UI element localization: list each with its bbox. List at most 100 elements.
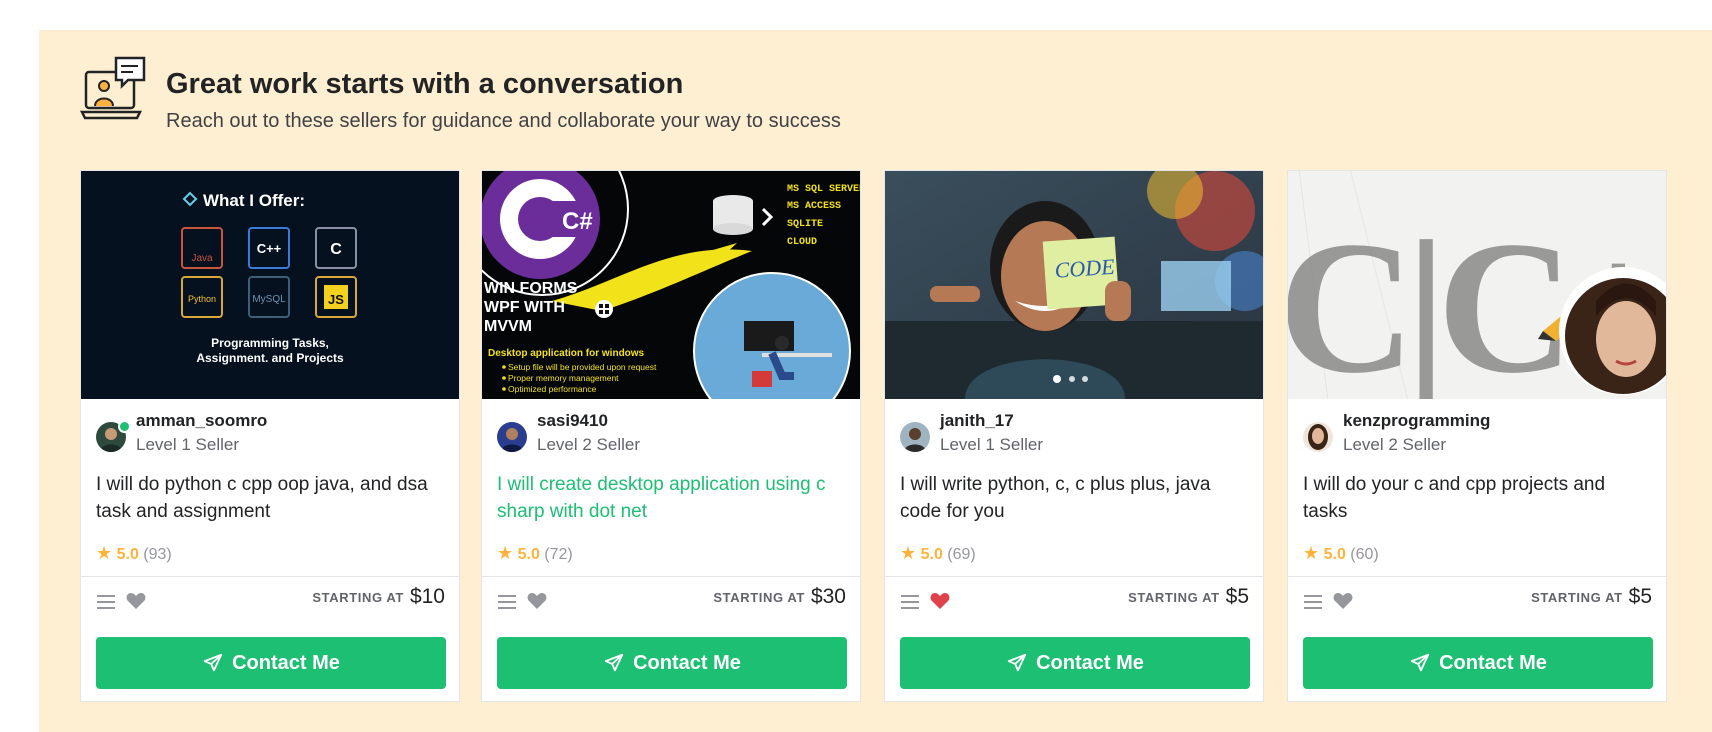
svg-text:C#: C# xyxy=(562,208,593,235)
starting-at-label: STARTING AT xyxy=(1128,589,1220,605)
svg-text:CLOUD: CLOUD xyxy=(787,237,817,248)
svg-text:Optimized performance: Optimized performance xyxy=(508,384,597,394)
seller-name[interactable]: sasi9410 xyxy=(537,411,608,431)
heart-icon-active[interactable] xyxy=(930,592,950,610)
avatar[interactable] xyxy=(1303,422,1333,452)
thumb-heading: What I Offer: xyxy=(203,191,305,210)
svg-text:SQLITE: SQLITE xyxy=(787,219,823,230)
seller-level: Level 1 Seller xyxy=(940,435,1044,454)
chat-laptop-icon xyxy=(80,56,146,120)
gig-title[interactable]: I will create desktop application using … xyxy=(497,471,847,525)
divider xyxy=(885,576,1263,577)
contact-me-label: Contact Me xyxy=(633,651,741,674)
online-status-dot xyxy=(118,420,131,433)
price: $5 xyxy=(1628,585,1652,608)
gig-thumbnail[interactable]: C|C++ xyxy=(1288,171,1666,399)
star-icon: ★ xyxy=(497,543,514,563)
list-icon[interactable] xyxy=(498,594,516,610)
review-count: (72) xyxy=(544,546,573,563)
review-count: (93) xyxy=(143,546,172,563)
contact-me-button[interactable]: Contact Me xyxy=(96,637,446,689)
seller-name[interactable]: amman_soomro xyxy=(136,411,267,431)
review-count: (69) xyxy=(947,546,976,563)
starting-at-label: STARTING AT xyxy=(713,589,805,605)
seller-name[interactable]: kenzprogramming xyxy=(1343,411,1490,431)
seller-level: Level 1 Seller xyxy=(136,435,240,454)
contact-me-label: Contact Me xyxy=(232,651,340,674)
gig-thumbnail[interactable]: What I Offer: Java C++ C Python MySQL JS… xyxy=(81,171,459,399)
price: $5 xyxy=(1225,585,1249,608)
rating: ★ 5.0 (69) xyxy=(900,543,976,564)
price-area: STARTING AT $10 xyxy=(312,585,445,609)
section-title: Great work starts with a conversation xyxy=(166,68,684,100)
contact-me-button[interactable]: Contact Me xyxy=(1303,637,1653,689)
rating-value: 5.0 xyxy=(116,546,139,563)
seller-level: Level 2 Seller xyxy=(537,435,641,454)
svg-text:CODE: CODE xyxy=(1054,254,1116,283)
seller-name[interactable]: janith_17 xyxy=(940,411,1014,431)
star-icon: ★ xyxy=(1303,543,1320,563)
gig-card[interactable]: CODE janith_17 Level 1 Seller I will wri… xyxy=(884,170,1264,702)
rating: ★ 5.0 (93) xyxy=(96,543,172,564)
rating-value: 5.0 xyxy=(1323,546,1346,563)
rating-value: 5.0 xyxy=(920,546,943,563)
send-icon xyxy=(604,653,624,672)
starting-at-label: STARTING AT xyxy=(1531,589,1623,605)
list-icon[interactable] xyxy=(97,594,115,610)
list-icon[interactable] xyxy=(1304,594,1322,610)
heart-icon[interactable] xyxy=(527,592,547,610)
svg-text:MVVM: MVVM xyxy=(484,318,532,335)
heart-icon[interactable] xyxy=(1333,592,1353,610)
rating-value: 5.0 xyxy=(517,546,540,563)
gig-title[interactable]: I will write python, c, c plus plus, jav… xyxy=(900,471,1250,525)
price-area: STARTING AT $5 xyxy=(1531,585,1652,609)
svg-text:Python: Python xyxy=(188,294,216,304)
svg-text:MS SQL SERVER: MS SQL SERVER xyxy=(787,184,860,195)
heart-icon[interactable] xyxy=(126,592,146,610)
svg-text:Desktop application for window: Desktop application for windows xyxy=(488,348,645,359)
svg-text:JS: JS xyxy=(328,292,344,307)
svg-text:WPF WITH: WPF WITH xyxy=(484,299,565,316)
gig-title[interactable]: I will do python c cpp oop java, and dsa… xyxy=(96,471,446,525)
gig-title[interactable]: I will do your c and cpp projects and ta… xyxy=(1303,471,1653,525)
starting-at-label: STARTING AT xyxy=(312,589,404,605)
svg-text:MS ACCESS: MS ACCESS xyxy=(787,201,841,212)
avatar[interactable] xyxy=(497,422,527,452)
divider xyxy=(1288,576,1666,577)
carousel-dot[interactable] xyxy=(1069,376,1075,382)
price: $10 xyxy=(409,585,445,608)
rating: ★ 5.0 (72) xyxy=(497,543,573,564)
divider xyxy=(81,576,459,577)
rating: ★ 5.0 (60) xyxy=(1303,543,1379,564)
review-count: (60) xyxy=(1350,546,1379,563)
list-icon[interactable] xyxy=(901,594,919,610)
carousel-dot-active[interactable] xyxy=(1053,375,1061,383)
gig-thumbnail[interactable]: C# MS SQL SERVER MS ACCESS SQLITE CLOUD … xyxy=(482,171,860,399)
send-icon xyxy=(1007,653,1027,672)
svg-text:C: C xyxy=(330,241,342,258)
contact-me-label: Contact Me xyxy=(1036,651,1144,674)
section-subtitle: Reach out to these sellers for guidance … xyxy=(166,110,841,132)
star-icon: ★ xyxy=(96,543,113,563)
star-icon: ★ xyxy=(900,543,917,563)
gig-thumbnail[interactable]: CODE xyxy=(885,171,1263,399)
seller-level: Level 2 Seller xyxy=(1343,435,1447,454)
svg-text:Proper memory management: Proper memory management xyxy=(508,373,619,383)
gig-card[interactable]: What I Offer: Java C++ C Python MySQL JS… xyxy=(80,170,460,702)
svg-text:MySQL: MySQL xyxy=(252,294,286,305)
price: $30 xyxy=(810,585,846,608)
price-area: STARTING AT $30 xyxy=(713,585,846,609)
avatar[interactable] xyxy=(900,422,930,452)
svg-text:Assignment. and Projects: Assignment. and Projects xyxy=(196,351,344,365)
contact-me-button[interactable]: Contact Me xyxy=(497,637,847,689)
contact-me-label: Contact Me xyxy=(1439,651,1547,674)
send-icon xyxy=(203,653,223,672)
carousel-dot[interactable] xyxy=(1082,376,1088,382)
gig-card[interactable]: C|C++ kenzprogramming Level 2 Seller I w… xyxy=(1287,170,1667,702)
contact-me-button[interactable]: Contact Me xyxy=(900,637,1250,689)
svg-text:WIN FORMS: WIN FORMS xyxy=(484,280,578,297)
svg-text:C++: C++ xyxy=(257,241,282,256)
svg-text:Programming Tasks,: Programming Tasks, xyxy=(211,336,329,350)
gig-card[interactable]: C# MS SQL SERVER MS ACCESS SQLITE CLOUD … xyxy=(481,170,861,702)
svg-text:Java: Java xyxy=(191,253,213,264)
